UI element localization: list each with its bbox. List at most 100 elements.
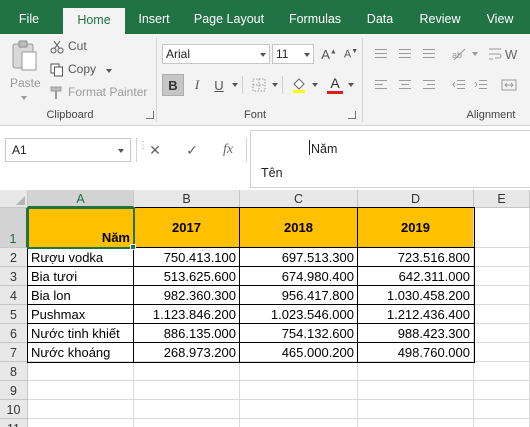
empty-cell[interactable] [474, 419, 530, 427]
row-header-1[interactable]: 1 [0, 208, 28, 248]
wrap-text-button[interactable]: W [488, 43, 530, 65]
align-left-button[interactable] [370, 74, 392, 96]
row-header-10[interactable]: 10 [0, 400, 28, 419]
row-header-8[interactable]: 8 [0, 362, 28, 381]
row-header-7[interactable]: 7 [0, 343, 28, 362]
table-row-value-cell[interactable]: 1.030.458.200 [358, 286, 474, 305]
row-header-3[interactable]: 3 [0, 267, 28, 286]
table-row-value-cell[interactable]: 465.000.200 [240, 343, 358, 362]
empty-cell[interactable] [474, 248, 530, 267]
borders-button[interactable] [248, 74, 270, 96]
paste-button[interactable]: Paste [6, 38, 42, 106]
tab-file[interactable]: File [6, 0, 52, 34]
italic-button[interactable]: I [186, 74, 208, 96]
column-header-c[interactable]: C [240, 190, 358, 208]
table-row-value-cell[interactable]: 956.417.800 [240, 286, 358, 305]
table-row-name-cell[interactable]: Nước tinh khiết [28, 324, 134, 343]
table-row-value-cell[interactable]: 988.423.300 [358, 324, 474, 343]
tab-home[interactable]: Home [63, 8, 125, 34]
borders-dropdown-icon[interactable] [272, 83, 278, 87]
insert-function-button[interactable]: fx [218, 138, 238, 162]
table-row-name-cell[interactable]: Bia lon [28, 286, 134, 305]
cell-e1[interactable] [474, 208, 530, 248]
tab-data[interactable]: Data [360, 0, 400, 34]
empty-cell[interactable] [358, 381, 474, 400]
table-row-value-cell[interactable]: 886.135.000 [134, 324, 240, 343]
confirm-entry-button[interactable]: ✓ [182, 138, 202, 162]
table-row-value-cell[interactable]: 674.980.400 [240, 267, 358, 286]
table-row-value-cell[interactable]: 1.023.546.000 [240, 305, 358, 324]
empty-cell[interactable] [358, 400, 474, 419]
underline-button[interactable]: U [208, 74, 230, 96]
empty-cell[interactable] [474, 343, 530, 362]
format-painter-button[interactable]: Format Painter [50, 84, 150, 102]
table-row-value-cell[interactable]: 513.625.600 [134, 267, 240, 286]
copy-button[interactable]: Copy [50, 61, 116, 79]
empty-cell[interactable] [134, 362, 240, 381]
tab-formulas[interactable]: Formulas [282, 0, 348, 34]
empty-cell[interactable] [134, 400, 240, 419]
row-header-4[interactable]: 4 [0, 286, 28, 305]
decrease-indent-button[interactable] [448, 74, 470, 96]
empty-cell[interactable] [358, 419, 474, 427]
empty-cell[interactable] [474, 286, 530, 305]
table-row-value-cell[interactable]: 1.212.436.400 [358, 305, 474, 324]
font-dialog-launcher-icon[interactable] [348, 111, 356, 119]
formula-input[interactable]: Năm Tên [250, 130, 530, 188]
cancel-entry-button[interactable]: ✕ [145, 138, 165, 162]
increase-indent-button[interactable] [470, 74, 492, 96]
empty-cell[interactable] [28, 362, 134, 381]
table-row-value-cell[interactable]: 697.513.300 [240, 248, 358, 267]
bottom-align-button[interactable] [418, 43, 440, 65]
empty-cell[interactable] [240, 381, 358, 400]
empty-cell[interactable] [474, 381, 530, 400]
table-row-value-cell[interactable]: 642.311.000 [358, 267, 474, 286]
tab-review[interactable]: Review [412, 0, 468, 34]
empty-cell[interactable] [474, 324, 530, 343]
orientation-button[interactable]: ab [448, 43, 470, 65]
empty-cell[interactable] [28, 419, 134, 427]
empty-cell[interactable] [240, 362, 358, 381]
column-header-e[interactable]: E [474, 190, 530, 208]
table-row-value-cell[interactable]: 754.132.600 [240, 324, 358, 343]
table-row-value-cell[interactable]: 268.973.200 [134, 343, 240, 362]
column-header-a[interactable]: A [28, 190, 134, 208]
cell-d1[interactable]: 2019 [358, 208, 474, 248]
underline-dropdown-icon[interactable] [232, 83, 238, 87]
bold-button[interactable]: B [162, 74, 184, 96]
empty-cell[interactable] [134, 381, 240, 400]
increase-font-size-button[interactable]: A▲ [318, 43, 340, 65]
font-size-select[interactable]: 11 [272, 44, 314, 64]
column-header-d[interactable]: D [358, 190, 474, 208]
empty-cell[interactable] [134, 419, 240, 427]
table-row-value-cell[interactable]: 498.760.000 [358, 343, 474, 362]
row-header-2[interactable]: 2 [0, 248, 28, 267]
table-row-name-cell[interactable]: Nước khoáng [28, 343, 134, 362]
top-align-button[interactable] [370, 43, 392, 65]
table-row-name-cell[interactable]: Bia tươi [28, 267, 134, 286]
table-row-name-cell[interactable]: Pushmax [28, 305, 134, 324]
fill-color-dropdown-icon[interactable] [312, 83, 318, 87]
fill-color-button[interactable] [288, 74, 310, 96]
fill-handle[interactable] [130, 244, 136, 250]
empty-cell[interactable] [474, 362, 530, 381]
clipboard-dialog-launcher-icon[interactable] [146, 111, 154, 119]
column-header-b[interactable]: B [134, 190, 240, 208]
name-box[interactable]: A1 [5, 138, 131, 162]
select-all-button[interactable] [0, 190, 28, 208]
empty-cell[interactable] [240, 400, 358, 419]
empty-cell[interactable] [474, 305, 530, 324]
cell-b1[interactable]: 2017 [134, 208, 240, 248]
align-center-button[interactable] [394, 74, 416, 96]
row-header-11[interactable]: 11 [0, 419, 28, 427]
empty-cell[interactable] [240, 419, 358, 427]
table-row-value-cell[interactable]: 750.413.100 [134, 248, 240, 267]
merge-center-button[interactable] [498, 74, 520, 96]
table-row-name-cell[interactable]: Rượu vodka [28, 248, 134, 267]
formula-bar-grip-icon[interactable]: ⋮ [138, 141, 148, 156]
tab-insert[interactable]: Insert [130, 0, 178, 34]
font-name-select[interactable]: Arial [162, 44, 270, 64]
font-color-dropdown-icon[interactable] [348, 83, 354, 87]
orientation-dropdown-icon[interactable] [472, 52, 478, 56]
empty-cell[interactable] [474, 267, 530, 286]
